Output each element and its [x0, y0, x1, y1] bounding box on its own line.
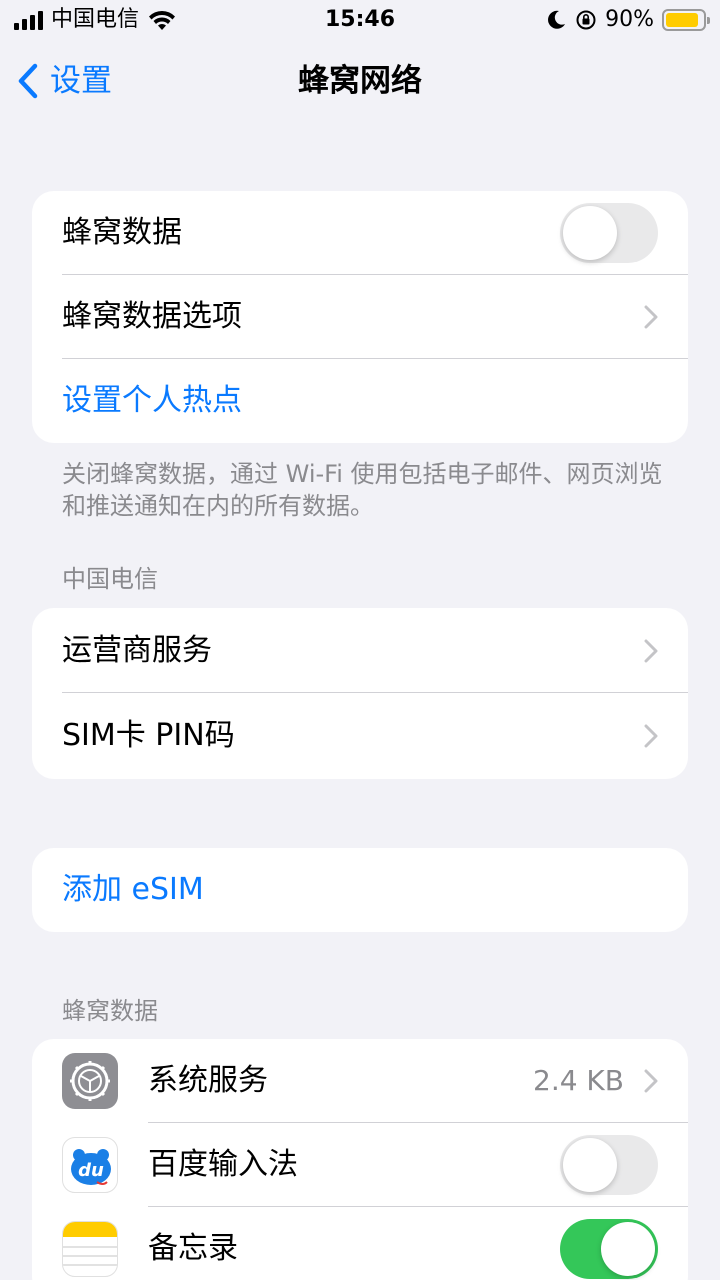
- notes-icon: [62, 1221, 118, 1277]
- chevron-right-icon: [644, 639, 658, 662]
- navigation-bar: 设置 蜂窝网络: [0, 40, 720, 124]
- chevron-right-icon: [644, 724, 658, 748]
- chevron-right-icon: [644, 1069, 658, 1093]
- cellular-data-group: 蜂窝数据 蜂窝数据选项 设置个人热点: [32, 191, 688, 443]
- app-label: 备忘录: [148, 1231, 238, 1266]
- cellular-data-section-header: 蜂窝数据: [62, 997, 158, 1025]
- app-row: 备忘录: [32, 1207, 688, 1280]
- data-usage-value: 2.4 KB: [533, 1064, 624, 1097]
- app-row[interactable]: 系统服务 2.4 KB: [32, 1039, 688, 1123]
- cellular-data-toggle[interactable]: [560, 203, 658, 263]
- page-title: 蜂窝网络: [298, 63, 422, 99]
- carrier-services-label: 运营商服务: [62, 632, 212, 668]
- cellular-data-label: 蜂窝数据: [62, 215, 182, 250]
- app-label: 百度输入法: [148, 1147, 298, 1182]
- battery-icon: [662, 9, 710, 31]
- toggle-knob: [563, 1138, 617, 1192]
- app-data-toggle[interactable]: [560, 1219, 658, 1279]
- personal-hotspot-label: 设置个人热点: [62, 383, 242, 418]
- cellular-data-footer: 关闭蜂窝数据，通过 Wi‑Fi 使用包括电子邮件、网页浏览和推送通知在内的所有数…: [62, 460, 663, 520]
- app-data-toggle[interactable]: [560, 1135, 658, 1195]
- battery-level: [666, 13, 699, 27]
- sim-pin-label: SIM卡 PIN码: [62, 718, 235, 753]
- moon-icon: [548, 10, 566, 29]
- app-row: du 百度输入法: [32, 1123, 688, 1207]
- carrier-services-row[interactable]: 运营商服务: [32, 608, 688, 693]
- cellular-data-options-row[interactable]: 蜂窝数据选项: [32, 275, 688, 359]
- baidu-input-icon: du: [62, 1137, 118, 1193]
- chevron-right-icon: [644, 305, 658, 329]
- cellular-data-options-label: 蜂窝数据选项: [62, 299, 242, 334]
- app-usage-group: 系统服务 2.4 KB du 百度输入法 备忘录: [32, 1039, 688, 1280]
- carrier-group: 运营商服务 SIM卡 PIN码: [32, 608, 688, 779]
- personal-hotspot-row[interactable]: 设置个人热点: [32, 359, 688, 443]
- status-right: 90%: [545, 6, 710, 34]
- add-esim-row[interactable]: 添加 eSIM: [32, 848, 688, 932]
- toggle-knob: [601, 1222, 655, 1276]
- cellular-data-row: 蜂窝数据: [32, 191, 688, 275]
- gear-icon: [62, 1053, 118, 1109]
- battery-percent: 90%: [605, 7, 654, 32]
- carrier-section-header: 中国电信: [62, 565, 158, 593]
- app-label: 系统服务: [148, 1063, 268, 1098]
- sim-pin-row[interactable]: SIM卡 PIN码: [32, 693, 688, 779]
- rotation-lock-icon: [576, 10, 596, 30]
- add-esim-label: 添加 eSIM: [62, 872, 204, 907]
- baidu-icon-text: du: [78, 1160, 104, 1181]
- status-bar: 中国电信 15:46 90%: [0, 0, 720, 40]
- toggle-knob: [563, 206, 617, 260]
- esim-group: 添加 eSIM: [32, 848, 688, 932]
